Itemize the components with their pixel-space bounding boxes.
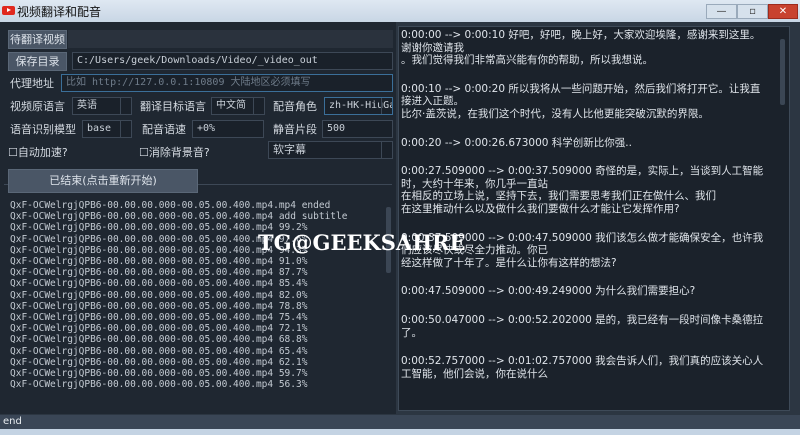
start-button[interactable]: 已结束(点击重新开始)	[8, 169, 198, 193]
subtitle-editor[interactable]: 0:00:00 --> 0:00:10 好吧，好吧，晚上好，大家欢迎埃隆，感谢来…	[398, 26, 790, 411]
subtitle-mode-select[interactable]: 软字幕	[268, 141, 393, 159]
silence-input[interactable]: 500	[322, 120, 393, 138]
window-bottom-border	[0, 429, 800, 435]
log-line: QxF-OCWelrgjQPB6-00.00.00.000-00.05.00.4…	[10, 211, 348, 223]
window-title: 视频翻译和配音	[17, 5, 102, 19]
remove-bg-label: 消除背景音?	[148, 146, 210, 159]
silence-label: 静音片段	[273, 123, 317, 136]
subtitle-entry: 0:00:10 --> 0:00:20 所以我将从一些问题开始，然后我们将打开它…	[401, 82, 761, 120]
log-line: QxF-OCWelrgjQPB6-00.00.00.000-00.05.00.4…	[10, 379, 308, 391]
target-lang-label: 翻译目标语言	[140, 100, 206, 113]
save-dir-input[interactable]: C:/Users/geek/Downloads/Video/_video_out	[72, 52, 393, 70]
log-line: QxF-OCWelrgjQPB6-00.00.00.000-00.05.00.4…	[10, 312, 308, 324]
title-bar: 视频翻译和配音 — ▫ ✕	[0, 0, 800, 22]
proxy-input[interactable]: 比如 http://127.0.0.1:10809 大陆地区必须填写	[61, 74, 393, 92]
subtitle-entry: 0:00:00 --> 0:00:10 好吧，好吧，晚上好，大家欢迎埃隆，感谢来…	[401, 29, 761, 67]
voice-label: 配音角色	[273, 100, 317, 113]
log-output: QxF-OCWelrgjQPB6-00.00.00.000-00.05.00.4…	[10, 200, 380, 390]
app-logo-icon	[2, 6, 15, 15]
log-line: QxF-OCWelrgjQPB6-00.00.00.000-00.05.00.4…	[10, 278, 308, 290]
remove-bg-checkbox[interactable]: ☐消除背景音?	[139, 144, 210, 160]
rate-input[interactable]: +0%	[192, 120, 264, 138]
video-path-input[interactable]	[68, 30, 393, 48]
log-line: QxF-OCWelrgjQPB6-00.00.00.000-00.05.00.4…	[10, 289, 308, 301]
log-line: QxF-OCWelrgjQPB6-00.00.00.000-00.05.00.4…	[10, 200, 331, 211]
close-button[interactable]: ✕	[768, 4, 798, 19]
rate-label: 配音语速	[142, 123, 186, 136]
proxy-label: 代理地址	[10, 77, 54, 90]
source-lang-select[interactable]: 英语	[72, 97, 132, 115]
log-line: QxF-OCWelrgjQPB6-00.00.00.000-00.05.00.4…	[10, 368, 308, 380]
checkbox-icon: ☐	[139, 146, 149, 159]
subtitle-entry: 0:00:27.509000 --> 0:00:37.509000 奇怪的是，实…	[401, 165, 764, 215]
target-lang-select[interactable]: 中文简	[211, 97, 265, 115]
subtitle-entry: 0:00:50.047000 --> 0:00:52.202000 是的，我已经…	[401, 313, 764, 339]
subtitle-entry: 0:00:52.757000 --> 0:01:02.757000 我会告诉人们…	[401, 355, 764, 380]
status-bar: end	[0, 415, 800, 429]
subtitle-entry: 0:00:47.509000 --> 0:00:49.249000 为什么我们需…	[401, 285, 696, 298]
log-line: QxF-OCWelrgjQPB6-00.00.00.000-00.05.00.4…	[10, 256, 308, 268]
watermark: TG@GEEKSAHRE	[258, 230, 466, 255]
log-line: QxF-OCWelrgjQPB6-00.00.00.000-00.05.00.4…	[10, 334, 308, 346]
subtitle-scrollbar[interactable]	[780, 39, 785, 105]
subtitle-entry: 0:00:20 --> 0:00:26.673000 科学创新比你强..	[401, 136, 632, 149]
log-line: QxF-OCWelrgjQPB6-00.00.00.000-00.05.00.4…	[10, 356, 308, 368]
log-line: QxF-OCWelrgjQPB6-00.00.00.000-00.05.00.4…	[10, 345, 308, 357]
minimize-button[interactable]: —	[706, 4, 737, 19]
log-line: QxF-OCWelrgjQPB6-00.00.00.000-00.05.00.4…	[10, 300, 308, 312]
checkbox-icon: ☐	[8, 146, 18, 159]
maximize-button[interactable]: ▫	[737, 4, 768, 19]
log-line: QxF-OCWelrgjQPB6-00.00.00.000-00.05.00.4…	[10, 267, 308, 279]
voice-select[interactable]: zh-HK-HiuGa	[324, 97, 393, 115]
select-video-button[interactable]: 待翻译视频	[8, 30, 67, 49]
settings-panel: 待翻译视频 保存目录 C:/Users/geek/Downloads/Video…	[0, 22, 396, 414]
save-dir-button[interactable]: 保存目录	[8, 52, 67, 71]
auto-speed-checkbox[interactable]: ☐自动加速?	[8, 144, 68, 160]
log-line: QxF-OCWelrgjQPB6-00.00.00.000-00.05.00.4…	[10, 323, 308, 335]
auto-speed-label: 自动加速?	[17, 146, 68, 159]
source-lang-label: 视频原语言	[10, 100, 65, 113]
model-label: 语音识别模型	[10, 123, 76, 136]
model-select[interactable]: base	[82, 120, 132, 138]
